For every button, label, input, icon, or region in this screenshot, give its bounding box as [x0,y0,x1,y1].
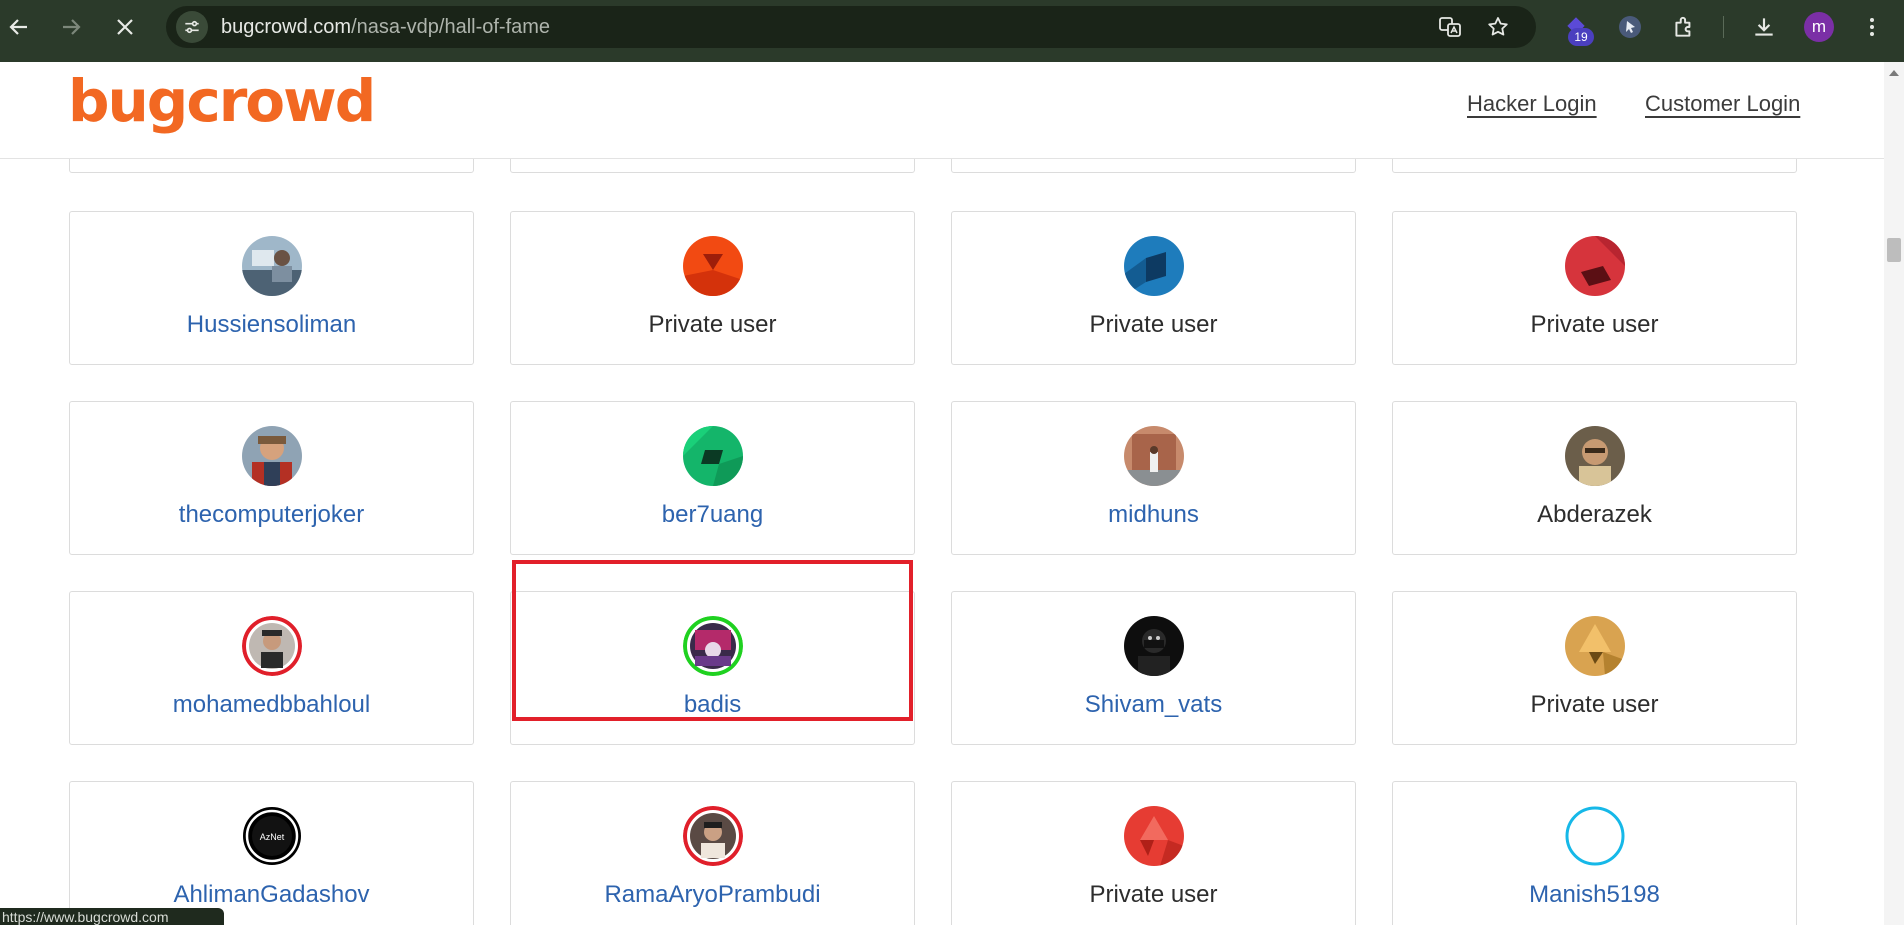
avatar [1565,616,1625,676]
url-text: bugcrowd.com/nasa-vdp/hall-of-fame [221,6,550,48]
photo-red-ring-2-avatar [683,806,743,866]
avatar[interactable] [683,616,743,676]
hacker-login-link[interactable]: Hacker Login [1467,90,1597,118]
hall-of-fame-card: Private user [1392,591,1797,745]
hall-of-fame-card-partial [1392,159,1797,173]
researcher-name-link[interactable]: thecomputerjoker [70,500,473,530]
arrow-left-icon [9,19,27,35]
url-host: bugcrowd.com [221,16,352,38]
avatar[interactable] [1124,426,1184,486]
hall-of-fame-card: Abderazek [1392,401,1797,555]
researcher-name-link[interactable]: midhuns [952,500,1355,530]
hall-of-fame-card-partial [510,159,915,173]
hall-of-fame-card[interactable]: AzNet AhlimanGadashov [69,781,474,925]
researcher-name: Private user [1089,311,1218,338]
close-icon [117,19,133,35]
photo-desk-avatar [242,236,302,296]
avatar [1124,236,1184,296]
empty-cyan-ring-avatar [1565,806,1625,866]
researcher-name-link[interactable]: AhlimanGadashov [70,880,473,910]
avatar[interactable] [683,426,743,486]
profile-avatar[interactable]: m [1804,12,1834,42]
avatar[interactable] [242,236,302,296]
geo-blue-avatar [1124,236,1184,296]
researcher-name: Private user [1530,691,1659,718]
avatar[interactable]: AzNet [242,806,302,866]
researcher-name-link[interactable]: RamaAryoPrambudi [511,880,914,910]
hall-of-fame-card[interactable]: midhuns [951,401,1356,555]
photo-person-avatar [242,426,302,486]
address-bar[interactable]: bugcrowd.com/nasa-vdp/hall-of-fame [166,6,1536,48]
hall-of-fame-card-partial [951,159,1356,173]
hall-of-fame-card[interactable]: Shivam_vats [951,591,1356,745]
hall-of-fame-card[interactable]: thecomputerjoker [69,401,474,555]
stop-loading-button[interactable] [108,10,142,44]
customer-login-link[interactable]: Customer Login [1645,90,1800,118]
hall-of-fame-card[interactable]: Manish5198 [1392,781,1797,925]
download-icon[interactable] [1748,11,1780,43]
translate-icon[interactable] [1436,13,1464,41]
arrow-right-icon [63,19,81,35]
photo-street-avatar [1124,426,1184,486]
extension-badge: 19 [1568,28,1594,46]
geo-red-avatar [1565,236,1625,296]
url-path: /nasa-vdp/hall-of-fame [351,16,551,38]
avatar[interactable] [242,426,302,486]
toolbar-separator [1723,16,1724,38]
hall-of-fame-card[interactable]: Hussiensoliman [69,211,474,365]
avatar [1565,426,1625,486]
geo-green-avatar [683,426,743,486]
hall-of-fame-card[interactable]: RamaAryoPrambudi [510,781,915,925]
hall-of-fame-grid: Hussiensoliman Private user Private user Pr… [0,159,1884,925]
avatar[interactable] [1565,806,1625,866]
avatar [683,236,743,296]
researcher-name: Private user [648,311,777,338]
logo-azbek-avatar: AzNet [243,807,301,865]
researcher-name-link[interactable]: Hussiensoliman [70,310,473,340]
hall-of-fame-card[interactable]: mohamedbbahloul [69,591,474,745]
photo-red-ring-avatar [242,616,302,676]
bugcrowd-logo[interactable]: bugcrowd [68,66,376,136]
hall-of-fame-card[interactable]: ber7uang [510,401,915,555]
scroll-thumb[interactable] [1887,238,1901,262]
page-scrollbar[interactable] [1884,62,1904,925]
researcher-name-link[interactable]: badis [511,690,914,720]
photo-green-ring-avatar [683,616,743,676]
hall-of-fame-card-partial [69,159,474,173]
back-button[interactable] [2,10,36,44]
site-header: bugcrowd Hacker Login Customer Login [0,62,1904,159]
site-info-icon[interactable] [176,11,208,43]
avatar[interactable] [242,616,302,676]
menu-kebab-icon[interactable] [1856,11,1888,43]
browser-toolbar: bugcrowd.com/nasa-vdp/hall-of-fame 19 m [0,0,1904,62]
forward-button[interactable] [54,10,88,44]
geo-gold-avatar [1565,616,1625,676]
researcher-name: Private user [1530,311,1659,338]
researcher-name-link[interactable]: ber7uang [511,500,914,530]
photo-man-avatar [1565,426,1625,486]
puzzle-extensions-icon[interactable] [1668,11,1700,43]
hall-of-fame-card[interactable]: badis [510,591,915,745]
researcher-name: Abderazek [1537,501,1652,528]
avatar-logo-text: AzNet [260,832,285,842]
geo-red-2-avatar [1124,806,1184,866]
status-bar-url: https://www.bugcrowd.com [0,908,224,925]
avatar [1565,236,1625,296]
hall-of-fame-card: Private user [951,211,1356,365]
hall-of-fame-card: Private user [510,211,915,365]
geo-red-orange-avatar [683,236,743,296]
hall-of-fame-card: Private user [1392,211,1797,365]
avatar[interactable] [1124,616,1184,676]
photo-dark-avatar [1124,616,1184,676]
cursor-extension-icon[interactable] [1614,11,1646,43]
researcher-name-link[interactable]: Shivam_vats [952,690,1355,720]
researcher-name-link[interactable]: Manish5198 [1393,880,1796,910]
avatar [1124,806,1184,866]
scroll-up-arrow-icon[interactable] [1889,70,1899,76]
researcher-name: Private user [1089,881,1218,908]
bookmark-star-icon[interactable] [1484,13,1512,41]
avatar[interactable] [683,806,743,866]
hall-of-fame-card: Private user [951,781,1356,925]
researcher-name-link[interactable]: mohamedbbahloul [70,690,473,720]
